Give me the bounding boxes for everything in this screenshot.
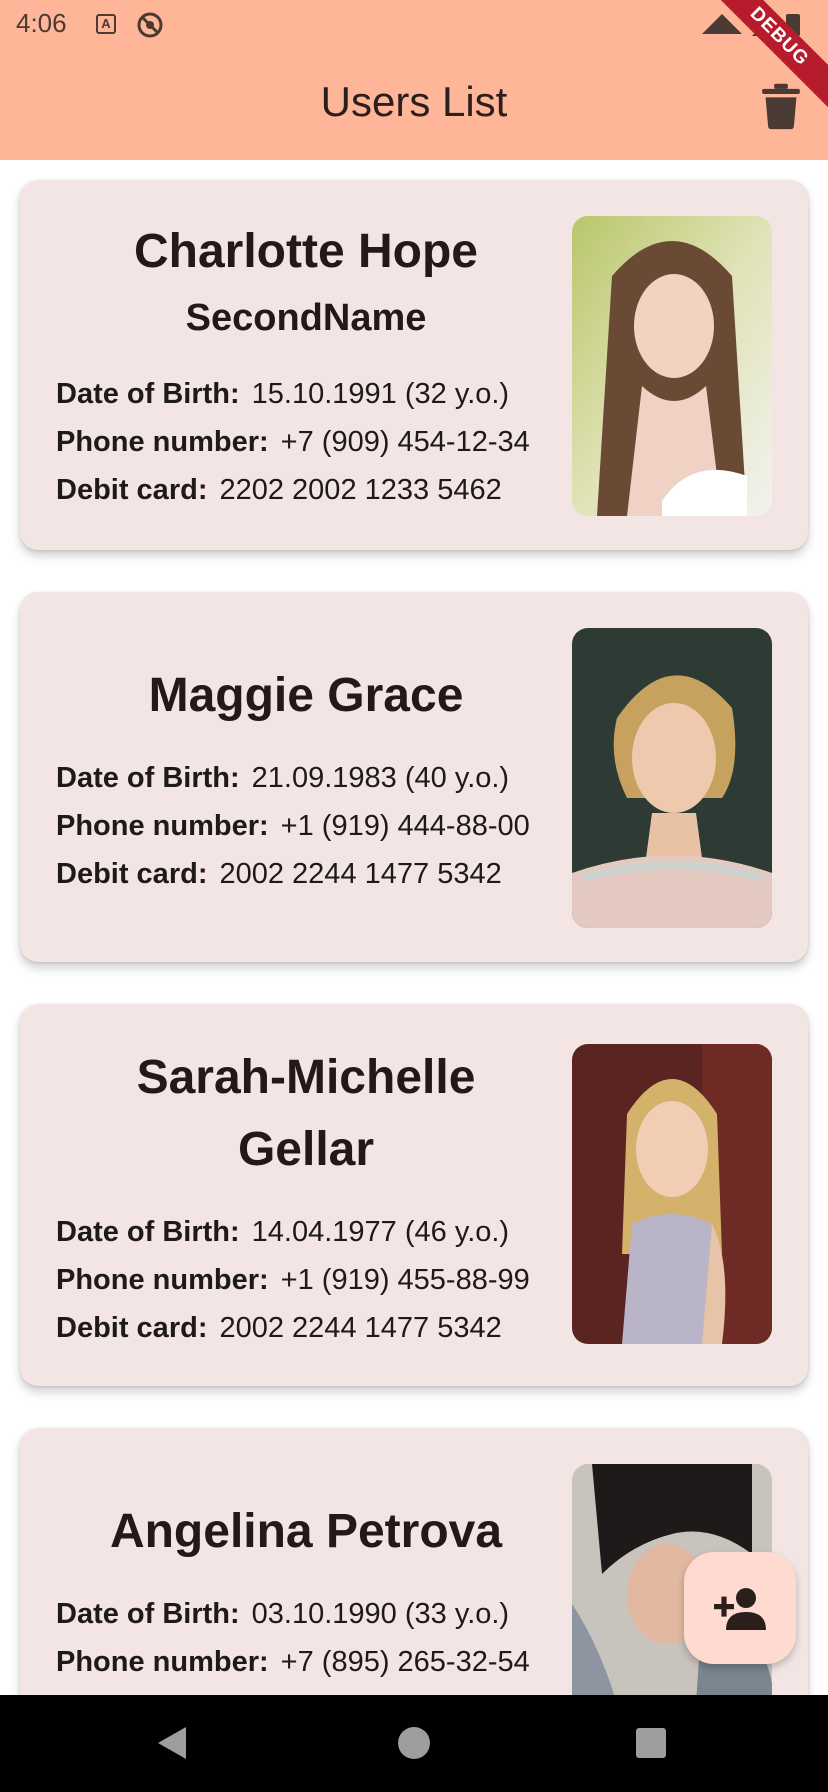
system-nav-bar — [0, 1695, 828, 1792]
phone-value: +1 (919) 444-88-00 — [280, 810, 530, 842]
dob-label: Date of Birth: — [56, 762, 240, 794]
user-card[interactable]: Angelina Petrova Date of Birth: 03.10.199… — [20, 1428, 808, 1695]
user-card[interactable]: Sarah-Michelle Gellar Date of Birth: 14.0… — [20, 1004, 808, 1386]
user-info: Sarah-Michelle Gellar Date of Birth: 14.0… — [56, 1042, 556, 1352]
page-title: Users List — [320, 78, 508, 125]
dob-value: 03.10.1990 (33 y.o.) — [251, 1598, 510, 1630]
user-photo — [572, 1044, 772, 1344]
phone-label: Phone number: — [56, 1646, 269, 1678]
dob-value: 15.10.1991 (32 y.o.) — [251, 378, 510, 410]
user-name: Angelina Petrova — [109, 1505, 503, 1558]
dob-label: Date of Birth: — [56, 1216, 240, 1248]
add-person-icon — [714, 1588, 766, 1630]
dob-row: Date of Birth: 14.04.1977 (46 y.o.) — [56, 1208, 556, 1256]
dob-row: Date of Birth: 21.09.1983 (40 y.o.) — [56, 754, 556, 802]
card-row: Debit card: 2002 2244 1477 5342 — [56, 850, 556, 898]
phone-value: +1 (919) 455-88-99 — [280, 1264, 530, 1296]
user-info: Maggie Grace Date of Birth: 21.09.1983 (4… — [56, 660, 556, 898]
phone-label: Phone number: — [56, 426, 269, 458]
dob-value: 14.04.1977 (46 y.o.) — [251, 1216, 510, 1248]
users-list[interactable]: Charlotte Hope SecondName Date of Birth:… — [0, 160, 828, 1695]
dob-row: Date of Birth: 03.10.1990 (33 y.o.) — [56, 1590, 556, 1638]
notification-a-icon: A — [96, 14, 116, 34]
card-row: Debit card: 2002 2244 1477 5342 — [56, 1304, 556, 1352]
card-row: Debit card: 2202 2002 1233 5462 — [56, 466, 556, 514]
user-name-line-2: Gellar — [237, 1123, 375, 1176]
phone-row: Phone number: +1 (919) 455-88-99 — [56, 1256, 556, 1304]
phone-value: +7 (895) 265-32-54 — [280, 1646, 530, 1678]
back-icon[interactable] — [156, 1725, 188, 1761]
dob-label: Date of Birth: — [56, 1598, 240, 1630]
trash-icon[interactable] — [760, 82, 802, 130]
card-label: Debit card: — [56, 858, 208, 890]
user-info: Angelina Petrova Date of Birth: 03.10.199… — [56, 1496, 556, 1686]
dob-value: 21.09.1983 (40 y.o.) — [251, 762, 510, 794]
card-value: 2002 2244 1477 5342 — [219, 858, 502, 890]
dob-row: Date of Birth: 15.10.1991 (32 y.o.) — [56, 370, 556, 418]
card-value: 2002 2244 1477 5342 — [219, 1312, 502, 1344]
user-name-line-1: Sarah-Michelle — [136, 1051, 476, 1104]
user-name: Maggie Grace — [148, 669, 464, 722]
recent-apps-icon[interactable] — [636, 1728, 666, 1758]
card-label: Debit card: — [56, 474, 208, 506]
app-bar: 4:06 A DEBUG Users List — [0, 0, 828, 160]
phone-row: Phone number: +7 (895) 265-32-54 — [56, 1638, 556, 1686]
dob-label: Date of Birth: — [56, 378, 240, 410]
home-icon[interactable] — [398, 1727, 430, 1759]
add-user-button[interactable] — [684, 1552, 796, 1664]
phone-row: Phone number: +7 (909) 454-12-34 — [56, 418, 556, 466]
user-card[interactable]: Charlotte Hope SecondName Date of Birth:… — [20, 180, 808, 550]
user-info: Charlotte Hope SecondName Date of Birth:… — [56, 216, 556, 514]
phone-value: +7 (909) 454-12-34 — [280, 426, 530, 458]
phone-label: Phone number: — [56, 1264, 269, 1296]
user-photo — [572, 216, 772, 516]
phone-row: Phone number: +1 (919) 444-88-00 — [56, 802, 556, 850]
user-second-name: SecondName — [185, 297, 427, 339]
user-name: Charlotte Hope — [133, 225, 478, 278]
user-photo — [572, 628, 772, 928]
status-time: 4:06 — [16, 8, 67, 38]
user-card[interactable]: Maggie Grace Date of Birth: 21.09.1983 (4… — [20, 592, 808, 962]
card-label: Debit card: — [56, 1312, 208, 1344]
phone-label: Phone number: — [56, 810, 269, 842]
card-value: 2202 2002 1233 5462 — [219, 474, 502, 506]
sync-icon — [137, 12, 163, 38]
